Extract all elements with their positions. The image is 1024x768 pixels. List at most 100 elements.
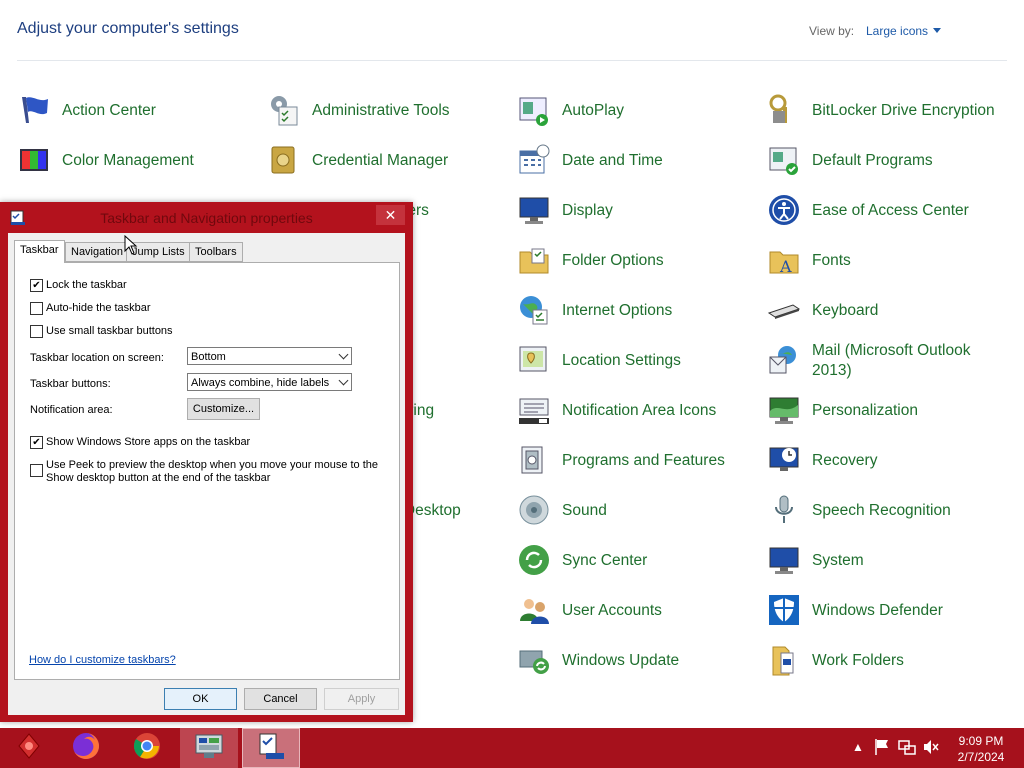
- cp-item-label: Recovery: [812, 452, 878, 469]
- cp-item-administrative-tools[interactable]: Administrative Tools: [267, 85, 517, 135]
- network-icon[interactable]: [898, 738, 916, 759]
- tab-navigation[interactable]: Navigation: [65, 242, 129, 262]
- taskbar-chrome-button[interactable]: [118, 728, 176, 768]
- cp-item-label: Location Settings: [562, 352, 681, 369]
- cp-item-recovery[interactable]: Recovery: [767, 435, 1017, 485]
- bitlocker-icon: [767, 93, 801, 127]
- taskbar-app-button[interactable]: [0, 728, 58, 768]
- cp-item-label: Sync Center: [562, 552, 648, 569]
- cp-item-label: Display: [562, 202, 613, 219]
- cp-item-display[interactable]: Display: [517, 185, 767, 235]
- taskbar-location-value: Bottom: [191, 351, 226, 363]
- cp-item-speech-recognition[interactable]: Speech Recognition: [767, 485, 1017, 535]
- cp-item-mail[interactable]: Mail (Microsoft Outlook 2013): [767, 335, 1017, 385]
- cp-item-date-time[interactable]: Date and Time: [517, 135, 767, 185]
- microphone-icon: [767, 493, 801, 527]
- cp-item-sound[interactable]: Sound: [517, 485, 767, 535]
- cancel-button[interactable]: Cancel: [244, 688, 317, 710]
- cp-item-label: Folder Options: [562, 252, 664, 269]
- autoplay-icon: [517, 93, 551, 127]
- volume-muted-icon[interactable]: [922, 738, 940, 759]
- cp-item-default-programs[interactable]: Default Programs: [767, 135, 1017, 185]
- page-title: Adjust your computer's settings: [17, 20, 239, 37]
- notification-area-icon: [517, 393, 551, 427]
- cp-item-personalization[interactable]: Personalization: [767, 385, 1017, 435]
- work-folders-icon: [767, 643, 801, 677]
- flag-icon: [17, 93, 51, 127]
- taskbar: ▲: [0, 728, 1024, 768]
- small-buttons-checkbox[interactable]: [30, 325, 43, 338]
- taskbar-buttons-select[interactable]: Always combine, hide labels: [187, 373, 352, 391]
- clock-time[interactable]: 9:09 PM: [955, 734, 1007, 748]
- shield-icon: [767, 593, 801, 627]
- cp-item-label: Keyboard: [812, 302, 879, 319]
- taskbar-properties-button[interactable]: [242, 728, 300, 768]
- dialog-body: Taskbar Navigation Jump Lists Toolbars ✔…: [8, 233, 405, 715]
- peek-checkbox[interactable]: [30, 464, 43, 477]
- taskbar-control-panel-button[interactable]: [180, 728, 238, 768]
- flag-icon[interactable]: [874, 738, 890, 759]
- help-link[interactable]: How do I customize taskbars?: [29, 654, 176, 666]
- customize-button[interactable]: Customize...: [187, 398, 260, 420]
- cp-item-keyboard[interactable]: Keyboard: [767, 285, 1017, 335]
- dialog-title: Taskbar and Navigation properties: [100, 210, 313, 226]
- cp-item-label: System: [812, 552, 864, 569]
- system-icon: [767, 543, 801, 577]
- cp-item-windows-update[interactable]: Windows Update: [517, 635, 767, 685]
- cp-item-label: Work Folders: [812, 652, 904, 669]
- cp-item-label: Speech Recognition: [812, 502, 951, 519]
- apply-button[interactable]: Apply: [324, 688, 399, 710]
- cp-item-internet-options[interactable]: Internet Options: [517, 285, 767, 335]
- taskbar-location-label: Taskbar location on screen:: [30, 352, 164, 364]
- programs-features-icon: [517, 443, 551, 477]
- taskbar-properties-icon: [256, 731, 286, 766]
- header-divider: [17, 60, 1007, 61]
- cp-item-bitlocker[interactable]: BitLocker Drive Encryption: [767, 85, 1017, 135]
- taskbar-buttons-label: Taskbar buttons:: [30, 378, 111, 390]
- cp-item-fonts[interactable]: A Fonts: [767, 235, 1017, 285]
- close-button[interactable]: ✕: [376, 205, 405, 225]
- store-apps-checkbox[interactable]: ✔: [30, 436, 43, 449]
- clock-date[interactable]: 2/7/2024: [955, 750, 1007, 764]
- cp-item-folder-options[interactable]: Folder Options: [517, 235, 767, 285]
- cp-item-label: Ease of Access Center: [812, 202, 969, 219]
- cp-item-ease-of-access[interactable]: Ease of Access Center: [767, 185, 1017, 235]
- cp-item-label: Windows Update: [562, 652, 680, 669]
- cp-item-color-management[interactable]: Color Management: [17, 135, 267, 185]
- auto-hide-checkbox[interactable]: [30, 302, 43, 315]
- taskbar-firefox-button[interactable]: [57, 728, 115, 768]
- chevron-up-icon[interactable]: ▲: [852, 740, 864, 754]
- cp-item-label: Action Center: [62, 102, 156, 119]
- tab-toolbars[interactable]: Toolbars: [189, 242, 243, 262]
- cp-item-label: Date and Time: [562, 152, 663, 169]
- cp-item-credential-manager[interactable]: Credential Manager: [267, 135, 517, 185]
- cp-item-user-accounts[interactable]: User Accounts: [517, 585, 767, 635]
- cp-item-notification-area-icons[interactable]: Notification Area Icons: [517, 385, 767, 435]
- tab-taskbar[interactable]: Taskbar: [14, 240, 65, 263]
- lock-taskbar-checkbox[interactable]: ✔: [30, 279, 43, 292]
- view-by-select[interactable]: Large icons: [866, 24, 942, 38]
- cp-item-label: Credential Manager: [312, 152, 449, 169]
- cp-item-system[interactable]: System: [767, 535, 1017, 585]
- cp-item-location-settings[interactable]: Location Settings: [517, 335, 767, 385]
- cp-item-work-folders[interactable]: Work Folders: [767, 635, 1017, 685]
- lock-taskbar-label: Lock the taskbar: [46, 279, 127, 291]
- credential-manager-icon: [267, 143, 301, 177]
- taskbar-location-select[interactable]: Bottom: [187, 347, 352, 365]
- cp-item-sync-center[interactable]: Sync Center: [517, 535, 767, 585]
- windows-update-icon: [517, 643, 551, 677]
- ok-button[interactable]: OK: [164, 688, 237, 710]
- sync-center-icon: [517, 543, 551, 577]
- chrome-icon: [132, 731, 162, 766]
- taskbar-properties-dialog: Taskbar and Navigation properties ✕ Task…: [0, 202, 413, 722]
- user-accounts-icon: [517, 593, 551, 627]
- peek-label-line2: Show desktop button at the end of the ta…: [46, 472, 271, 484]
- cp-item-autoplay[interactable]: AutoPlay: [517, 85, 767, 135]
- cp-item-programs-features[interactable]: Programs and Features: [517, 435, 767, 485]
- folder-options-icon: [517, 243, 551, 277]
- taskbar-tab-panel: ✔ Lock the taskbar Auto-hide the taskbar…: [14, 262, 400, 680]
- cp-item-action-center[interactable]: Action Center: [17, 85, 267, 135]
- chevron-down-icon: [338, 375, 349, 386]
- cp-item-windows-defender[interactable]: Windows Defender: [767, 585, 1017, 635]
- caret-down-icon: [933, 28, 942, 33]
